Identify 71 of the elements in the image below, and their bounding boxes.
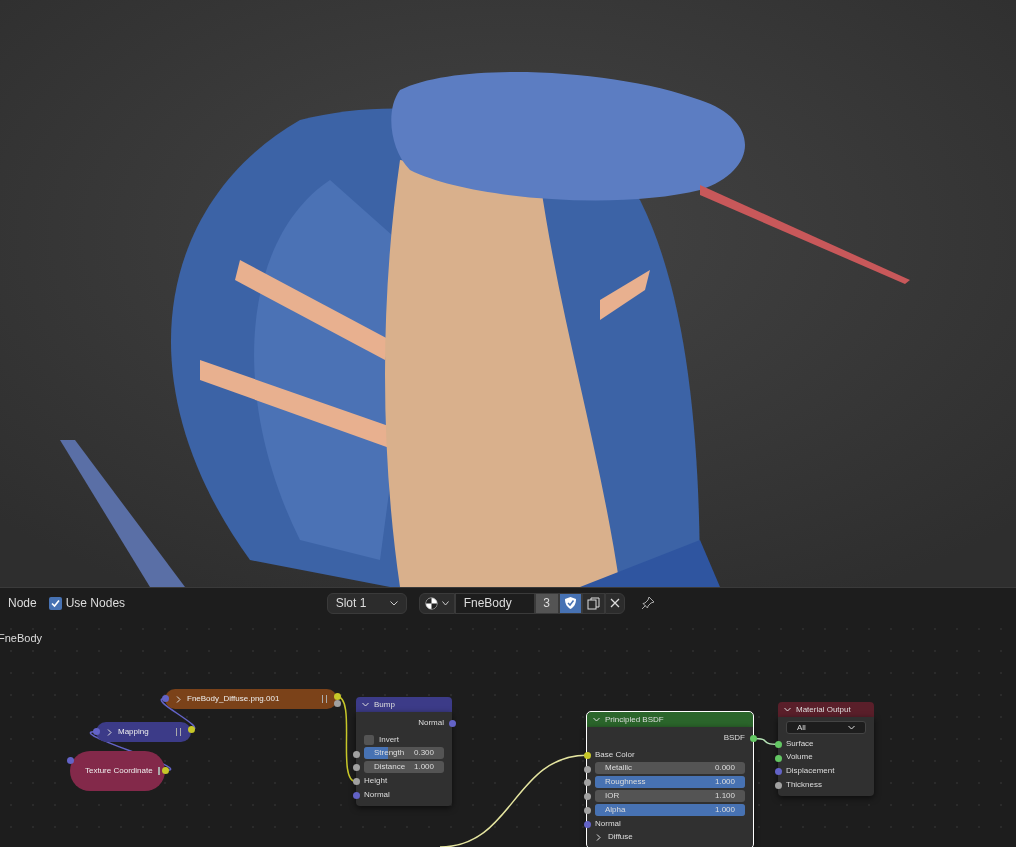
node-header[interactable]: Material Output — [778, 702, 874, 717]
node-title: Bump — [374, 698, 395, 711]
node-title: Principled BSDF — [605, 713, 664, 726]
checkbox-label: Use Nodes — [65, 595, 126, 612]
node-title: Texture Coordinate — [85, 765, 153, 777]
node-title: Mapping — [118, 726, 149, 738]
node-title: FneBody_Diffuse.png.001 — [187, 693, 280, 705]
pin-icon[interactable] — [640, 596, 655, 610]
slot-dropdown[interactable]: Slot 1 — [326, 592, 407, 614]
number-field[interactable]: IOR 1.100 — [595, 790, 745, 803]
socket[interactable] — [583, 751, 591, 759]
chevron-icon[interactable] — [106, 728, 113, 736]
caret-icon — [389, 600, 398, 606]
value-slider[interactable]: Alpha 1.000 — [595, 803, 745, 816]
caret-icon — [441, 600, 449, 606]
socket-label: Normal — [595, 817, 621, 830]
chevron-icon[interactable] — [595, 833, 602, 841]
socket[interactable] — [161, 767, 169, 774]
material-name-field[interactable]: FneBody — [454, 592, 535, 614]
unlink-button[interactable] — [604, 592, 625, 614]
chevron-icon[interactable] — [175, 695, 182, 703]
node-title: Material Output — [796, 703, 851, 716]
panel-label: Diffuse — [608, 831, 633, 844]
slot-label: Slot 1 — [335, 595, 367, 612]
socket[interactable] — [583, 793, 591, 801]
material-sphere-icon — [424, 596, 438, 610]
socket[interactable] — [583, 807, 591, 814]
close-icon — [609, 598, 620, 608]
socket[interactable] — [352, 750, 360, 758]
socket[interactable] — [774, 740, 782, 748]
chevron-icon[interactable] — [784, 706, 791, 713]
grip-icon — [176, 728, 181, 736]
socket[interactable] — [352, 778, 360, 786]
user-count[interactable]: 3 — [534, 592, 559, 614]
socket-label: Thickness — [786, 779, 822, 792]
socket-label: Surface — [786, 737, 814, 750]
socket-label: Base Color — [595, 748, 635, 761]
checkbox-label: Invert — [379, 733, 399, 746]
caret-icon — [848, 724, 855, 732]
node-header[interactable]: Bump — [356, 697, 452, 712]
shield-icon — [563, 596, 577, 610]
socket[interactable] — [774, 754, 782, 762]
checkbox[interactable] — [364, 734, 374, 745]
socket-label: Height — [364, 775, 388, 788]
socket-label: Displacement — [786, 765, 835, 778]
fake-user-button[interactable] — [558, 592, 582, 614]
socket[interactable] — [352, 764, 360, 772]
node-menu[interactable]: Node — [8, 594, 37, 612]
socket-label: Normal — [418, 716, 444, 729]
socket-label: Normal — [364, 788, 390, 801]
socket[interactable] — [583, 820, 591, 828]
socket[interactable] — [583, 765, 591, 773]
value-slider[interactable]: Metallic 0.000 — [595, 762, 745, 775]
socket[interactable] — [749, 735, 757, 742]
duplicate-button[interactable] — [581, 592, 605, 614]
mode-dropdown[interactable]: All — [786, 721, 866, 735]
browse-material-button[interactable] — [418, 592, 455, 614]
socket[interactable] — [583, 779, 591, 787]
number-field[interactable]: Distance 1.000 — [364, 761, 444, 774]
node-header[interactable]: Principled BSDF — [587, 712, 753, 727]
copy-icon — [586, 596, 600, 610]
chevron-icon[interactable] — [362, 701, 369, 708]
socket[interactable] — [187, 726, 195, 733]
socket-label: BSDF — [723, 731, 745, 744]
grip-icon — [322, 695, 327, 703]
socket-label: Volume — [786, 751, 813, 764]
chevron-icon[interactable] — [593, 716, 600, 723]
grip-icon — [157, 767, 160, 775]
value-slider[interactable]: Roughness 1.000 — [595, 776, 745, 789]
socket[interactable] — [774, 782, 782, 790]
checkbox[interactable] — [48, 596, 62, 610]
